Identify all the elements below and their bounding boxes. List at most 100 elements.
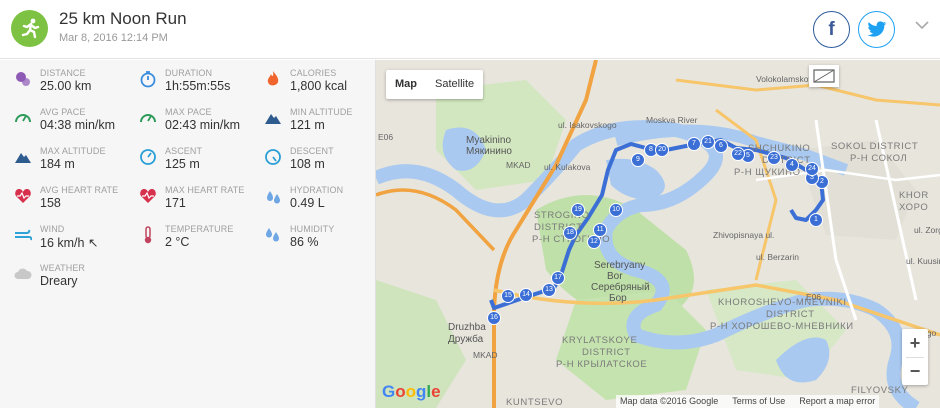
route-marker[interactable]: 10 bbox=[609, 203, 623, 217]
mountain-icon bbox=[15, 153, 31, 163]
stat-value: 0.49 L bbox=[290, 196, 325, 210]
map-type-satellite-button[interactable]: Satellite bbox=[426, 70, 483, 99]
map-label: SOKOL DISTRICT bbox=[831, 141, 919, 152]
map-label: E06 bbox=[806, 292, 822, 302]
zoom-out-button[interactable]: − bbox=[902, 357, 928, 385]
stat-descent: DESCENT 108 m bbox=[264, 146, 389, 182]
route-marker[interactable]: 1 bbox=[809, 213, 823, 227]
stat-label: ASCENT bbox=[165, 146, 203, 156]
stat-value: 02:43 min/km bbox=[165, 118, 241, 132]
activity-header: 25 km Noon Run Mar 8, 2016 12:14 PM f bbox=[0, 0, 940, 59]
fullscreen-icon bbox=[813, 69, 835, 83]
stat-value: 184 m bbox=[40, 157, 75, 171]
facebook-icon: f bbox=[828, 18, 835, 40]
stat-label: DESCENT bbox=[290, 146, 334, 156]
distance-pin-icon bbox=[16, 72, 30, 86]
map-label: Myakinino bbox=[466, 135, 512, 146]
route-marker[interactable]: 19 bbox=[571, 203, 585, 217]
map-label: KHOR bbox=[899, 190, 929, 201]
stat-value: 125 m bbox=[165, 157, 200, 171]
stat-label: MAX PACE bbox=[165, 107, 212, 117]
map-label: Bor bbox=[607, 271, 623, 282]
fullscreen-button[interactable] bbox=[809, 65, 839, 87]
map-label: ul. Kulakova bbox=[544, 162, 591, 172]
map-label: DISTRICT bbox=[582, 347, 631, 358]
stat-avg-heart-rate: AVG HEART RATE 158 bbox=[14, 185, 139, 221]
map-label: Бор bbox=[609, 293, 627, 304]
stat-value: 04:38 min/km bbox=[40, 118, 116, 132]
route-marker[interactable]: 23 bbox=[767, 151, 781, 165]
map-label: Serebryany bbox=[594, 260, 646, 271]
stopwatch-icon bbox=[140, 71, 156, 88]
zoom-controls: + − bbox=[902, 329, 928, 385]
route-marker[interactable]: 15 bbox=[501, 289, 515, 303]
thermometer-icon bbox=[144, 226, 152, 244]
descent-gauge-icon bbox=[265, 149, 281, 165]
stat-value: 16 km/h ↖ bbox=[40, 236, 99, 250]
terms-of-use-link[interactable]: Terms of Use bbox=[732, 395, 785, 408]
map-label: Мякинино bbox=[466, 146, 512, 157]
map-label: MKAD bbox=[473, 350, 498, 360]
gauge-icon bbox=[15, 114, 31, 123]
map-label: E06 bbox=[378, 132, 394, 142]
stat-value: 171 bbox=[165, 196, 186, 210]
route-marker[interactable]: 14 bbox=[519, 288, 533, 302]
map-label: KHOROSHEVO-MNEVNIKI bbox=[718, 297, 847, 308]
chevron-down-icon[interactable] bbox=[915, 20, 929, 30]
map-type-toggle[interactable]: Map Satellite bbox=[386, 70, 484, 99]
map-label: ul. Zorge bbox=[914, 225, 940, 235]
wind-icon bbox=[15, 229, 32, 241]
twitter-icon bbox=[867, 21, 886, 37]
route-marker[interactable]: 9 bbox=[631, 153, 645, 167]
stat-value: 25.00 km bbox=[40, 79, 92, 93]
report-map-error-link[interactable]: Report a map error bbox=[799, 395, 875, 408]
stat-max-altitude: MAX ALTITUDE 184 m bbox=[14, 146, 139, 182]
map-label: MKAD bbox=[506, 160, 531, 170]
ascent-gauge-icon bbox=[140, 149, 156, 165]
stat-label: DURATION bbox=[165, 68, 213, 78]
route-marker[interactable]: 18 bbox=[563, 226, 577, 240]
route-marker[interactable]: 16 bbox=[487, 311, 501, 325]
route-marker[interactable]: 20 bbox=[655, 143, 669, 157]
activity-date: Mar 8, 2016 12:14 PM bbox=[59, 32, 168, 44]
stat-value: 86 % bbox=[290, 235, 319, 249]
running-icon bbox=[11, 10, 48, 47]
route-marker[interactable]: 6 bbox=[714, 139, 728, 153]
map-label: Zhivopisnaya ul. bbox=[713, 230, 775, 240]
gauge-icon bbox=[140, 114, 156, 123]
stat-weather: WEATHER Dreary bbox=[14, 263, 139, 299]
route-marker[interactable]: 24 bbox=[805, 162, 819, 176]
route-marker[interactable]: 22 bbox=[731, 147, 745, 161]
activity-title: 25 km Noon Run bbox=[59, 9, 187, 28]
stat-label: AVG HEART RATE bbox=[40, 185, 119, 195]
map-label: Р-Н СОКОЛ bbox=[850, 153, 908, 164]
map-label: ul. Kuusinena bbox=[906, 256, 940, 266]
stat-label: MAX HEART RATE bbox=[165, 185, 245, 195]
route-marker[interactable]: 17 bbox=[551, 271, 565, 285]
stat-duration: DURATION 1h:55m:55s bbox=[139, 68, 264, 104]
stat-value: 1h:55m:55s bbox=[165, 79, 231, 93]
stat-label: AVG PACE bbox=[40, 107, 86, 117]
route-marker[interactable]: 21 bbox=[701, 135, 715, 149]
route-map[interactable]: Myakinino Мякинино STROGINO DISTRICT Р-Н СТР… bbox=[376, 60, 940, 408]
map-type-map-button[interactable]: Map bbox=[386, 70, 426, 99]
map-label: Moskva River bbox=[646, 115, 698, 125]
stat-label: MAX ALTITUDE bbox=[40, 146, 106, 156]
map-label: Р-Н КРЫЛАТСКОЕ bbox=[556, 359, 648, 370]
route-marker[interactable]: 7 bbox=[687, 137, 701, 151]
stat-value: 108 m bbox=[290, 157, 325, 171]
humidity-drops-icon bbox=[266, 228, 279, 242]
zoom-in-button[interactable]: + bbox=[902, 329, 928, 357]
map-label: Р-Н ХОРОШЕВО-МНЕВНИКИ bbox=[710, 321, 854, 332]
stat-value: 1,800 kcal bbox=[290, 79, 347, 93]
stat-label: MIN ALTITUDE bbox=[290, 107, 353, 117]
route-marker[interactable]: 4 bbox=[785, 158, 799, 172]
stat-ascent: ASCENT 125 m bbox=[139, 146, 264, 182]
facebook-share-button[interactable]: f bbox=[813, 11, 850, 48]
stat-distance: DISTANCE 25.00 km bbox=[14, 68, 139, 104]
stat-value: 158 bbox=[40, 196, 61, 210]
route-marker[interactable]: 12 bbox=[587, 235, 601, 249]
route-marker[interactable]: 13 bbox=[542, 283, 556, 297]
stat-hydration: HYDRATION 0.49 L bbox=[264, 185, 389, 221]
twitter-share-button[interactable] bbox=[858, 11, 895, 48]
